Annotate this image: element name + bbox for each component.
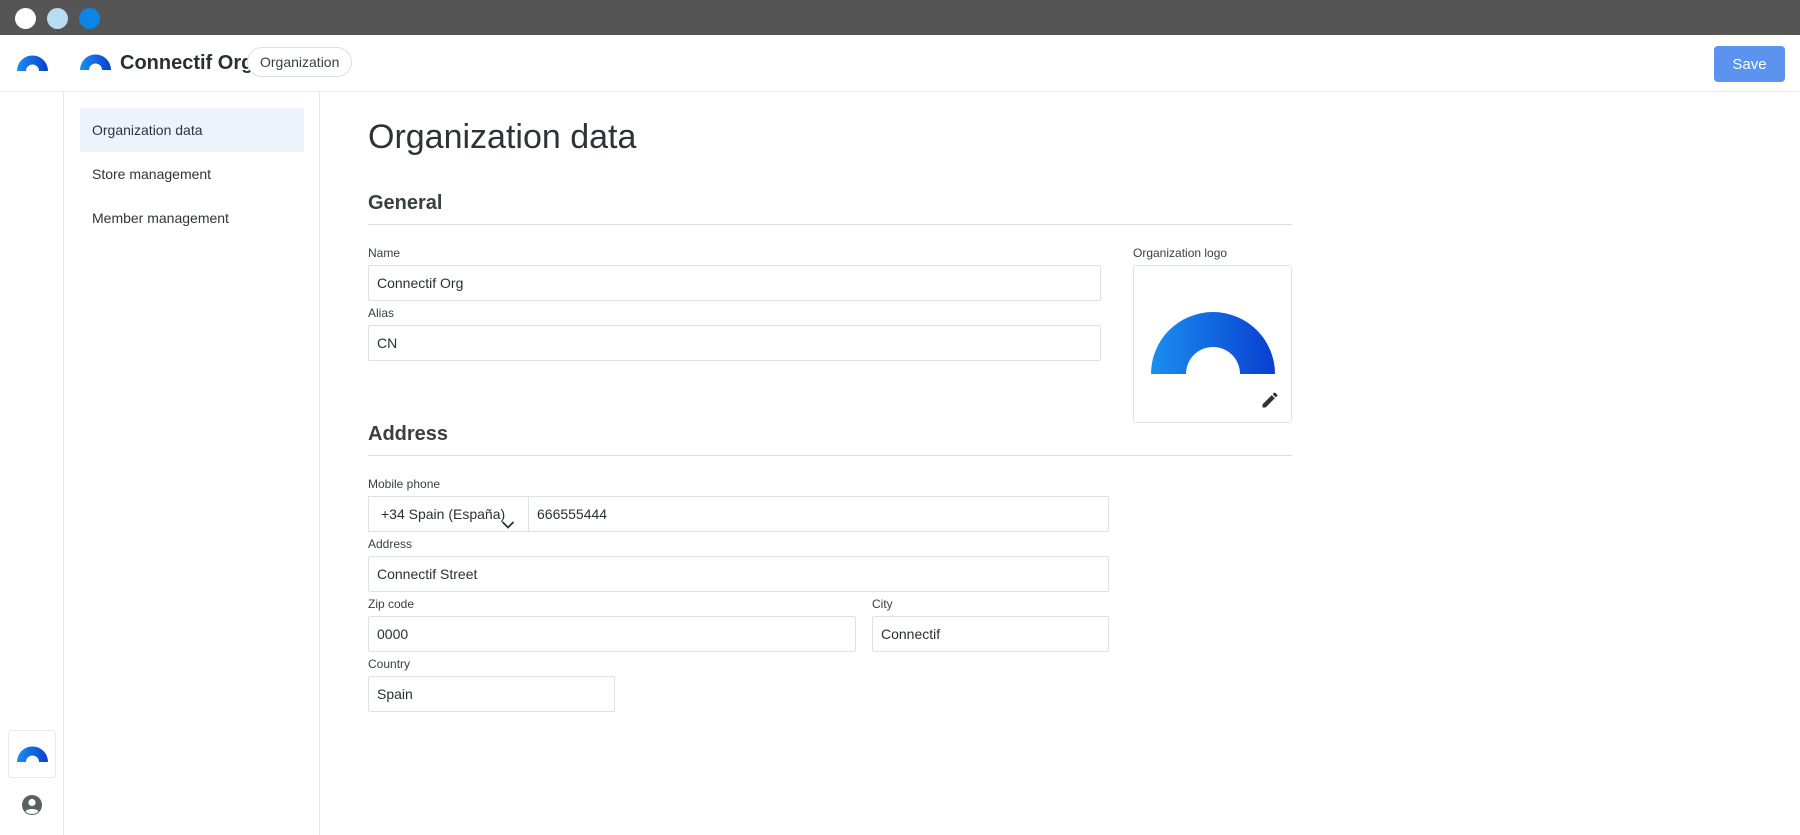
connectif-arc-icon [16,746,48,762]
app-header: Connectif Org Organization Save [0,35,1800,92]
org-name: Connectif Org [120,52,254,74]
account-logo-button[interactable] [8,730,56,778]
city-input[interactable] [872,616,1109,652]
section-title-address: Address [368,423,449,445]
section-divider [368,455,1292,456]
alias-input[interactable] [368,325,1101,361]
settings-subnav: Organization data Store management Membe… [64,92,320,835]
left-rail [0,92,64,835]
alias-label: Alias [368,306,395,320]
section-title-general: General [368,192,443,214]
city-label: City [872,597,893,611]
country-input[interactable] [368,676,615,712]
subnav-item-member-management[interactable]: Member management [80,196,304,240]
organization-logo-label: Organization logo [1133,246,1228,260]
subnav-item-store-management[interactable]: Store management [80,152,304,196]
organization-logo-image [1151,309,1275,380]
account-circle-icon[interactable] [21,794,43,821]
address-input[interactable] [368,556,1109,592]
window-maximize-button[interactable] [79,8,100,29]
phone-country-value: +34 Spain (España) [381,506,506,522]
country-label: Country [368,657,411,671]
connectif-arc-icon[interactable] [17,55,48,77]
name-label: Name [368,246,401,260]
window-minimize-button[interactable] [47,8,68,29]
phone-country-select[interactable]: +34 Spain (España) [368,496,529,532]
address-label: Address [368,537,413,551]
zip-code-label: Zip code [368,597,415,611]
mobile-phone-label: Mobile phone [368,477,441,491]
organization-badge: Organization [247,47,353,77]
window-titlebar [0,0,1800,35]
organization-logo-box[interactable] [1133,265,1292,423]
zip-code-input[interactable] [368,616,856,652]
name-input[interactable] [368,265,1101,301]
save-button[interactable]: Save [1714,46,1785,82]
subnav-item-organization-data[interactable]: Organization data [80,108,304,152]
org-logo-icon [80,54,111,76]
section-divider [368,224,1292,225]
mobile-phone-input[interactable] [528,496,1109,532]
window-close-button[interactable] [15,8,36,29]
page-title: Organization data [368,118,637,156]
chevron-down-icon [501,508,515,542]
pencil-icon[interactable] [1260,390,1280,415]
